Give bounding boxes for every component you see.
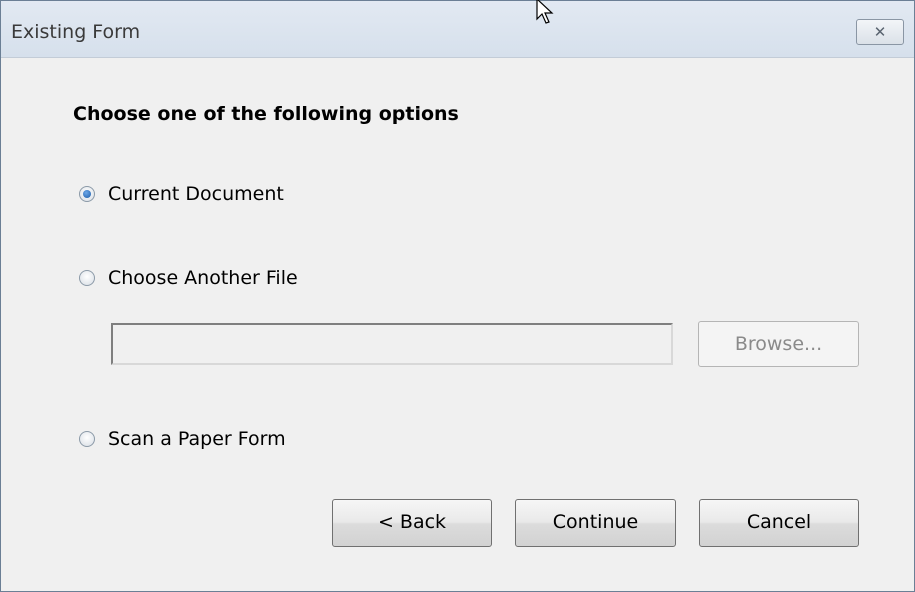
- close-icon: ✕: [873, 23, 887, 41]
- option-label: Choose Another File: [108, 267, 298, 289]
- dialog-title: Existing Form: [11, 21, 141, 43]
- file-path-field[interactable]: [111, 323, 673, 365]
- options-heading: Choose one of the following options: [73, 103, 459, 125]
- option-label: Current Document: [108, 183, 284, 205]
- existing-form-dialog: Existing Form ✕ Choose one of the follow…: [0, 0, 915, 592]
- mouse-cursor-icon: [536, 0, 554, 24]
- radio-current-document[interactable]: [79, 186, 95, 202]
- cancel-button[interactable]: Cancel: [699, 499, 859, 547]
- close-button[interactable]: ✕: [856, 19, 904, 45]
- continue-button[interactable]: Continue: [515, 499, 676, 547]
- radio-choose-another-file[interactable]: [79, 270, 95, 286]
- back-button[interactable]: < Back: [332, 499, 492, 547]
- title-bar[interactable]: Existing Form ✕: [1, 1, 914, 58]
- radio-scan-paper-form[interactable]: [79, 431, 95, 447]
- option-label: Scan a Paper Form: [108, 428, 286, 450]
- browse-button[interactable]: Browse...: [698, 321, 859, 367]
- file-path-input[interactable]: [113, 325, 671, 363]
